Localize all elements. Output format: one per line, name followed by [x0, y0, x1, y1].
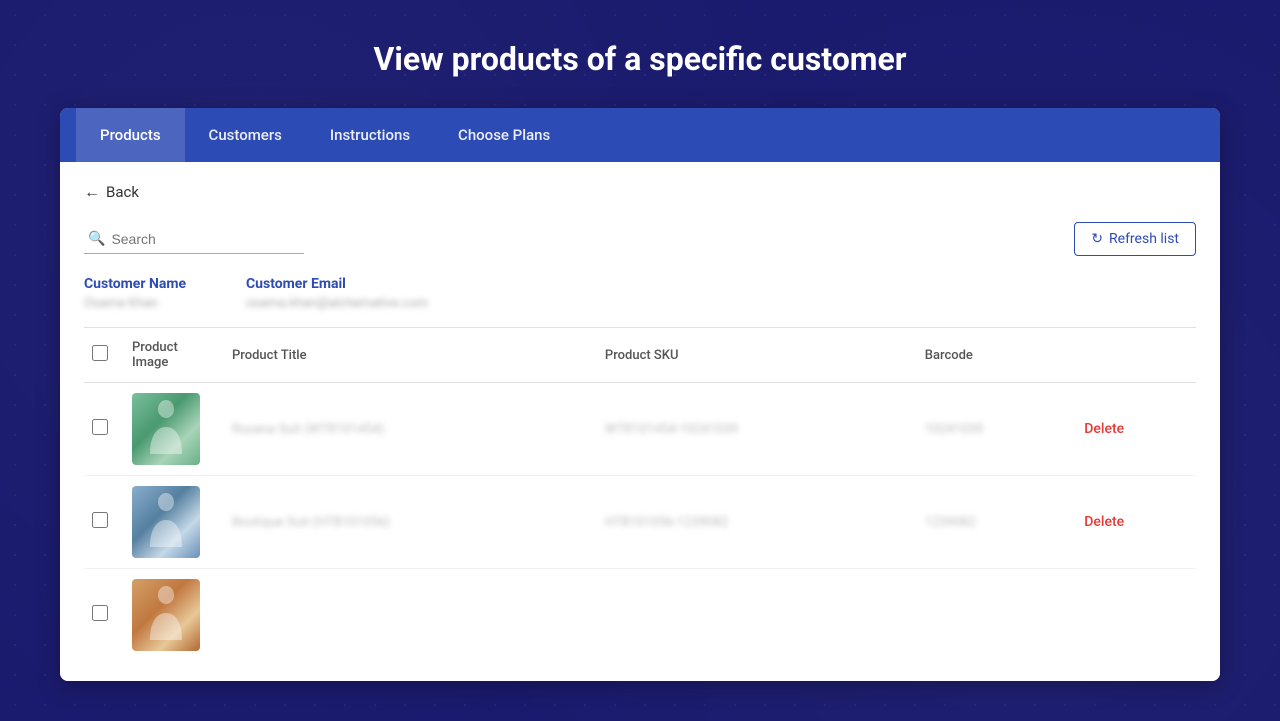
search-icon: 🔍 [88, 231, 105, 247]
delete-button-0[interactable]: Delete [1084, 421, 1124, 437]
col-product-title: Product Title [224, 328, 597, 383]
delete-cell [1076, 569, 1196, 662]
product-sku-cell: WTR101454-10241039 [597, 383, 917, 476]
product-title-cell: Rozana Suit (WTR101454) [224, 383, 597, 476]
col-actions [1076, 328, 1196, 383]
nav-bar: Products Customers Instructions Choose P… [60, 108, 1220, 162]
row-checkbox-1[interactable] [92, 512, 108, 528]
refresh-button-label: Refresh list [1109, 231, 1179, 247]
nav-item-choose-plans[interactable]: Choose Plans [434, 108, 574, 162]
row-checkbox-2[interactable] [92, 605, 108, 621]
search-refresh-row: 🔍 ↻ Refresh list [84, 222, 1196, 256]
table-row: Rozana Suit (WTR101454)WTR101454-1024103… [84, 383, 1196, 476]
content-area: ← Back 🔍 ↻ Refresh list Customer Name Os… [60, 162, 1220, 681]
back-button[interactable]: ← Back [84, 182, 139, 202]
table-header-row: Product Image Product Title Product SKU … [84, 328, 1196, 383]
nav-item-customers[interactable]: Customers [185, 108, 306, 162]
product-image-cell [124, 383, 224, 476]
product-image-cell [124, 476, 224, 569]
col-product-image: Product Image [124, 328, 224, 383]
delete-cell: Delete [1076, 383, 1196, 476]
product-image [132, 579, 200, 651]
table-row: Boutique Suit (HTB101056)HTB101056-12390… [84, 476, 1196, 569]
customer-info: Customer Name Osama Khan Customer Email … [84, 276, 1196, 311]
product-image [132, 486, 200, 558]
col-product-sku: Product SKU [597, 328, 917, 383]
col-checkbox [84, 328, 124, 383]
customer-email-label: Customer Email [246, 276, 428, 292]
delete-button-1[interactable]: Delete [1084, 514, 1124, 530]
product-title-cell: Boutique Suit (HTB101056) [224, 476, 597, 569]
customer-name-label: Customer Name [84, 276, 186, 292]
row-checkbox-0[interactable] [92, 419, 108, 435]
customer-name-field: Customer Name Osama Khan [84, 276, 186, 311]
refresh-icon: ↻ [1091, 231, 1103, 247]
barcode-cell [917, 569, 1077, 662]
customer-name-value: Osama Khan [84, 296, 186, 311]
page-title: View products of a specific customer [373, 40, 906, 78]
delete-cell: Delete [1076, 476, 1196, 569]
barcode-cell: 1239082 [917, 476, 1077, 569]
product-sku-cell: HTB101056-1239082 [597, 476, 917, 569]
product-sku-cell [597, 569, 917, 662]
barcode-cell: 10241039 [917, 383, 1077, 476]
nav-item-products[interactable]: Products [76, 108, 185, 162]
col-barcode: Barcode [917, 328, 1077, 383]
customer-email-value: osama.khan@alchemative.com [246, 296, 428, 311]
refresh-button[interactable]: ↻ Refresh list [1074, 222, 1196, 256]
product-image-cell [124, 569, 224, 662]
search-wrapper: 🔍 [84, 225, 304, 254]
product-image [132, 393, 200, 465]
product-title-cell [224, 569, 597, 662]
products-table: Product Image Product Title Product SKU … [84, 327, 1196, 661]
customer-email-field: Customer Email osama.khan@alchemative.co… [246, 276, 428, 311]
select-all-checkbox[interactable] [92, 345, 108, 361]
back-arrow-icon: ← [84, 182, 100, 202]
nav-item-instructions[interactable]: Instructions [306, 108, 434, 162]
row-checkbox-cell [84, 476, 124, 569]
search-input[interactable] [111, 231, 300, 247]
row-checkbox-cell [84, 383, 124, 476]
table-row [84, 569, 1196, 662]
back-button-label: Back [106, 183, 139, 201]
main-card: Products Customers Instructions Choose P… [60, 108, 1220, 681]
row-checkbox-cell [84, 569, 124, 662]
